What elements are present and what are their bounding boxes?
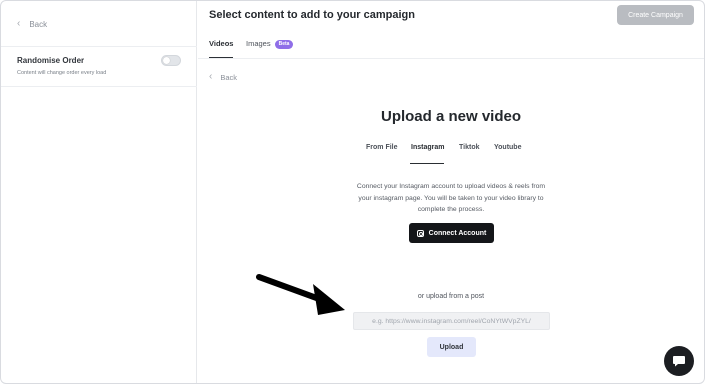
connect-account-button[interactable]: Connect Account xyxy=(409,223,494,243)
tab-youtube[interactable]: Youtube xyxy=(494,144,521,151)
chevron-left-icon: ‹ xyxy=(209,71,213,82)
tab-instagram[interactable]: Instagram xyxy=(411,144,444,151)
tab-from-file-label: From File xyxy=(366,144,398,151)
tab-tiktok-label: Tiktok xyxy=(459,144,480,151)
chevron-left-icon: ‹ xyxy=(17,18,21,29)
chat-icon xyxy=(673,356,685,367)
connect-account-label: Connect Account xyxy=(428,229,487,237)
post-url-input[interactable] xyxy=(353,312,550,330)
instagram-icon xyxy=(416,229,424,237)
upload-button[interactable]: Upload xyxy=(427,337,476,357)
sidebar-back-link[interactable]: ‹ Back xyxy=(17,19,47,29)
toggle-knob xyxy=(163,57,170,64)
sidebar-divider xyxy=(1,46,197,47)
tab-from-file[interactable]: From File xyxy=(366,144,398,151)
tab-tiktok[interactable]: Tiktok xyxy=(459,144,480,151)
arrow-icon xyxy=(256,274,345,315)
tab-videos-label: Videos xyxy=(209,39,234,48)
randomise-order-title: Randomise Order xyxy=(17,56,85,65)
tab-images[interactable]: Images Beta xyxy=(246,39,294,49)
create-campaign-button[interactable]: Create Campaign xyxy=(617,5,694,25)
main-back-link[interactable]: ‹ Back xyxy=(209,72,237,82)
app-frame: ‹ Back Randomise Order Content will chan… xyxy=(0,0,705,384)
tab-images-label: Images xyxy=(246,39,271,48)
source-tab-indicator xyxy=(410,163,444,165)
tab-youtube-label: Youtube xyxy=(494,144,522,151)
chat-button[interactable] xyxy=(664,346,694,376)
randomise-order-description: Content will change order every load xyxy=(17,70,107,76)
upload-title: Upload a new video xyxy=(380,108,522,125)
tab-instagram-label: Instagram xyxy=(411,144,445,151)
beta-badge: Beta xyxy=(274,39,294,49)
main-back-label: Back xyxy=(220,72,238,82)
randomise-order-toggle[interactable] xyxy=(161,55,181,66)
tab-videos[interactable]: Videos xyxy=(209,39,233,48)
header-divider xyxy=(198,58,704,59)
connect-description: Connect your Instagram account to upload… xyxy=(356,183,546,214)
or-upload-label: or upload from a post xyxy=(417,293,485,300)
sidebar: ‹ Back Randomise Order Content will chan… xyxy=(1,1,197,383)
page-title: Select content to add to your campaign xyxy=(209,9,415,21)
sidebar-back-label: Back xyxy=(29,19,48,29)
sidebar-divider xyxy=(1,86,197,87)
